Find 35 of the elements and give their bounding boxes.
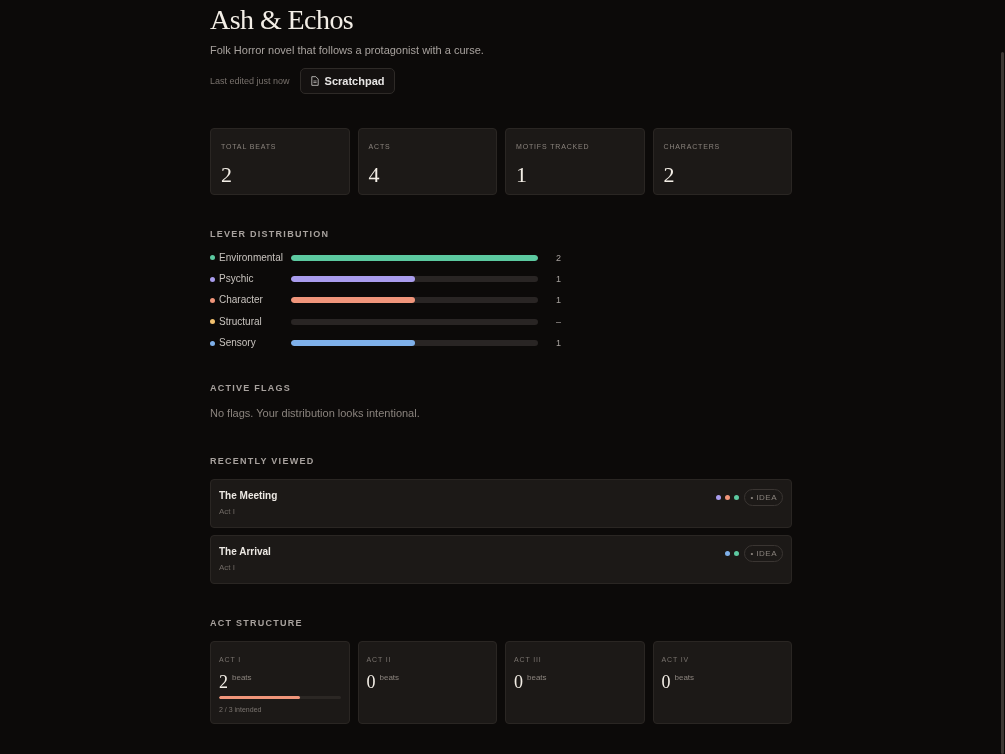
act-beat-unit: beats: [379, 672, 400, 683]
lever-count: 2: [556, 251, 561, 264]
section-heading: LEVER DISTRIBUTION: [210, 229, 330, 239]
section-heading: ACTIVE FLAGS: [210, 382, 292, 393]
stat-value: 2: [663, 163, 675, 187]
act-beat-count: 0: [366, 671, 376, 692]
flags-message: No flags. Your distribution looks intentional.: [210, 405, 420, 421]
lever-count: 1: [556, 337, 561, 350]
lever-count: –: [556, 315, 561, 328]
project-title: Ash & Echos: [210, 3, 354, 37]
act-beat-unit: beats: [232, 672, 252, 683]
lever-label: Character: [219, 294, 264, 307]
stat-value: 2: [221, 163, 232, 187]
act-beat-unit: beats: [674, 672, 695, 683]
stat-value: 1: [516, 163, 527, 187]
lever-label: Environmental: [219, 251, 284, 264]
project-description: Folk Horror novel that follows a protagonist with a curse.: [210, 43, 484, 58]
act-beat-count: 2: [219, 671, 228, 692]
lever-count: 1: [556, 273, 561, 286]
item-title: The Arrival: [219, 544, 271, 559]
lever-label: Sensory: [219, 337, 257, 350]
lever-label: Structural: [219, 315, 263, 328]
last-edited-text: Last edited just now: [210, 75, 290, 87]
act-beat-unit: beats: [527, 672, 547, 683]
act-beat-count: 0: [514, 671, 523, 692]
act-beat-count: 0: [661, 671, 671, 692]
lever-count: 1: [556, 294, 561, 307]
section-heading: ACT STRUCTURE: [210, 617, 303, 628]
item-title: The Meeting: [219, 488, 278, 503]
document-icon: [310, 76, 319, 86]
stat-value: 4: [368, 163, 380, 187]
section-heading: RECENTLY VIEWED: [210, 455, 315, 466]
scrollbar[interactable]: [1001, 52, 1004, 754]
scratchpad-button[interactable]: Scratchpad: [299, 68, 396, 94]
lever-label: Psychic: [219, 273, 255, 286]
